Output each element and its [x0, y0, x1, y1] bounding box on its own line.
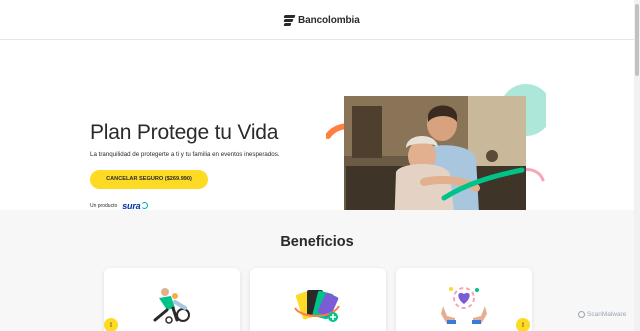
page-scrollbar[interactable] [634, 0, 640, 331]
partner-label: Un producto [90, 202, 118, 209]
benefit-card[interactable] [396, 268, 532, 331]
site-header: Bancolombia [0, 0, 634, 40]
shield-icon [578, 311, 585, 318]
sura-brand-text: sura [122, 200, 141, 211]
watermark: ScanMalware [578, 311, 626, 318]
benefit-card[interactable] [250, 268, 386, 331]
teal-ribbon-icon [441, 167, 525, 201]
sura-logo: sura [122, 200, 149, 211]
carousel-next-badge[interactable]: ▯ [516, 318, 530, 331]
sura-mark-icon [141, 202, 149, 209]
benefit-card[interactable] [104, 268, 240, 331]
cards-illustration-icon [294, 290, 340, 322]
cancel-insurance-button[interactable]: CANCELAR SEGURO ($269.990) [90, 170, 208, 189]
bancolombia-logo[interactable]: Bancolombia [283, 12, 360, 28]
scrollbar-thumb[interactable] [635, 4, 639, 76]
page-title: Plan Protege tu Vida [90, 121, 279, 144]
hero-section: Plan Protege tu Vida La tranquilidad de … [0, 40, 634, 210]
benefits-title: Beneficios [280, 234, 354, 250]
partner-product: Un producto sura [90, 200, 149, 211]
benefits-section: Beneficios ▯ ▯ [0, 210, 634, 331]
carousel-prev-badge[interactable]: ▯ [104, 318, 118, 331]
hero-subtitle: La tranquilidad de protegerte a ti y tu … [90, 151, 280, 158]
brand-name: Bancolombia [298, 14, 360, 26]
bancolombia-logo-icon [283, 14, 296, 26]
family-bike-illustration-icon [153, 288, 190, 324]
hero-illustration [326, 84, 546, 210]
watermark-text: ScanMalware [587, 311, 627, 318]
hands-heart-illustration-icon [441, 287, 487, 324]
